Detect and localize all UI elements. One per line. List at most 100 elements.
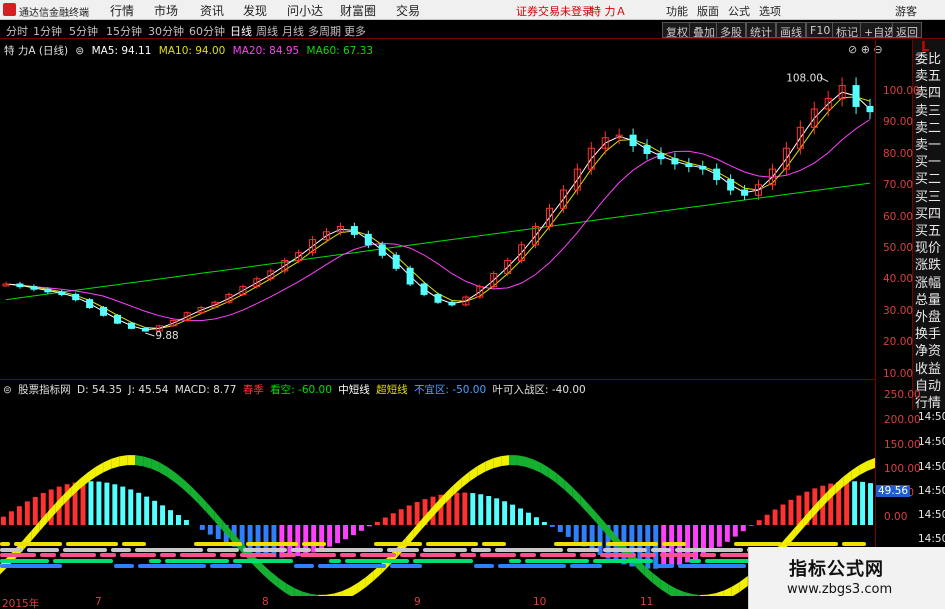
menu-discover[interactable]: 发现 [243,2,267,19]
price-tick-label: 50.00 [883,242,914,254]
candle-down [420,283,428,295]
ma60-label: MA60: 67.33 [306,45,374,57]
sidebar-item: 现价 [915,241,942,257]
statistics-button[interactable]: 统计 [746,22,776,39]
ribbon-segment [151,458,160,473]
adjust-button[interactable]: 复权 [662,22,692,39]
period-more[interactable]: 更多 [344,23,366,39]
menu-market[interactable]: 市场 [154,2,178,19]
status-stripe [498,564,566,568]
date-label: 10 [533,596,547,608]
candle-down [434,293,442,303]
multi-stock-button[interactable]: 多股 [716,22,746,39]
oscillator-bar [32,496,38,525]
menu-wealth[interactable]: 财富圈 [340,2,376,19]
price-chart[interactable]: 108.00 9.88 [0,40,875,380]
status-stripe [660,553,696,557]
menu-layout[interactable]: 版面 [697,3,719,19]
ribbon-segment [660,578,669,595]
status-stripe [220,553,236,557]
period-weekly[interactable]: 周线 [256,23,278,39]
oscillator-bar [788,499,794,525]
menu-options[interactable]: 选项 [759,3,781,19]
status-stripe [302,542,326,546]
indicator-tick-label: 100.00 [884,463,921,475]
login-warning[interactable]: 证券交易未登录 [516,3,593,19]
indicator-right-label: 14:50 [918,485,945,497]
ribbon-segment [509,455,518,466]
status-stripe [294,564,314,568]
overlay-button[interactable]: 叠加 [689,22,719,39]
draw-line-button[interactable]: 画线 [776,22,806,39]
period-60min[interactable]: 60分钟 [189,23,225,39]
guest-label[interactable]: 游客 [895,3,917,19]
candle-down [127,322,135,329]
price-chart-panel[interactable]: 108.00 9.88 [0,40,875,380]
watermark-title: 指标公式网 [789,559,884,580]
menu-formula[interactable]: 公式 [728,3,750,19]
period-tick[interactable]: 分时 [6,23,28,39]
ribbon-segment [278,577,287,594]
price-tick-label: 100.00 [883,85,920,97]
status-stripe [460,553,476,557]
candle-down [741,189,749,196]
menu-news[interactable]: 资讯 [200,2,224,19]
candle-down [448,301,456,306]
oscillator-bar [199,525,205,530]
period-1min[interactable]: 1分钟 [33,23,62,39]
status-stripe [40,553,56,557]
period-5min[interactable]: 5分钟 [69,23,98,39]
oscillator-bar [541,522,547,525]
oscillator-bar [390,513,396,525]
period-toolbar: 分时 1分钟 5分钟 15分钟 30分钟 60分钟 日线 周线 月线 多周期 更… [0,21,945,39]
oscillator-bar [112,484,118,525]
oscillator-bar [494,498,500,525]
menu-trade[interactable]: 交易 [396,2,420,19]
f10-button[interactable]: F10 [806,22,835,38]
price-tick-label: 70.00 [883,179,914,192]
ribbon-segment [867,457,875,472]
period-30min[interactable]: 30分钟 [148,23,184,39]
status-stripe [53,559,113,563]
date-axis: 2015年 7 8 9 10 11 [0,596,875,609]
status-stripe [374,542,422,546]
oscillator-bar [502,501,508,525]
settings-icon[interactable]: ⊜ [75,45,84,57]
ribbon-segment [294,587,303,596]
ribbon-segment [190,486,199,505]
candle-down [100,307,108,316]
sidebar-item: 收益 [915,361,942,377]
ribbon-segment [342,587,350,596]
period-monthly[interactable]: 月线 [282,23,304,39]
menu-market-quote[interactable]: 行情 [110,2,134,19]
status-stripe [509,559,521,563]
menu-function[interactable]: 功能 [666,3,688,19]
status-stripe [689,559,701,563]
status-stripe [471,548,491,552]
oscillator-bar [486,496,492,525]
back-button[interactable]: 返回 [892,22,922,39]
oscillator-bar [462,492,468,525]
indicator-right-label: 14:50 [918,509,945,521]
sidebar-item: 卖二 [915,120,942,136]
ribbon-segment [739,576,748,592]
indicator-chart[interactable] [0,394,875,596]
ribbon-segment [501,455,510,467]
ribbon-segment [135,455,144,467]
date-label: 8 [262,596,269,608]
oscillator-bar [724,525,730,542]
ribbon-segment [365,570,374,588]
oscillator-bar [343,525,348,540]
sidebar-item: 涨幅 [915,275,942,291]
zoom-icons[interactable]: ⊘ ⊕ ⊖ [848,43,883,56]
menu-ask[interactable]: 问小达 [287,2,323,19]
mark-button[interactable]: 标记 [832,22,862,39]
ribbon-segment [159,462,168,477]
sidebar-item: 卖五 [915,69,942,85]
period-multi[interactable]: 多周期 [308,23,341,39]
period-daily[interactable]: 日线 [230,23,252,39]
period-15min[interactable]: 15分钟 [106,23,142,39]
status-stripe [160,553,176,557]
sidebar-item: 买四 [915,206,942,222]
ribbon-segment [23,530,32,550]
